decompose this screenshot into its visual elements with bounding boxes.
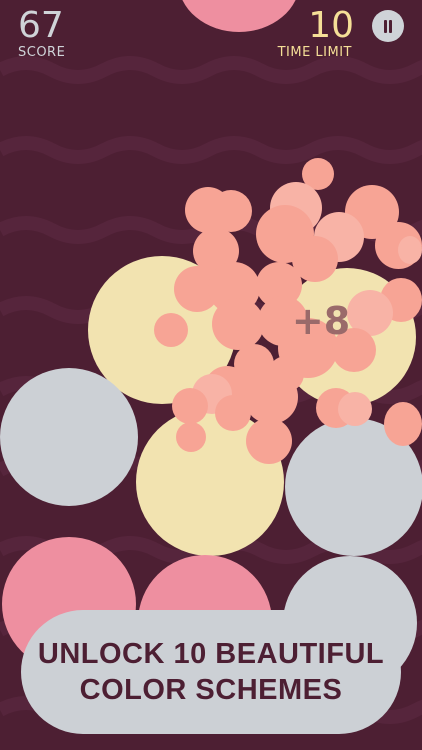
- salmon-bubble: [244, 370, 298, 424]
- pause-button[interactable]: [372, 10, 404, 42]
- time-limit-label: TIME LIMIT: [277, 45, 352, 60]
- salmon-bubble: [338, 392, 372, 426]
- promo-banner-line-2: COLOR SCHEMES: [79, 674, 343, 706]
- combo-points-text: +8: [291, 299, 351, 343]
- salmon-bubble: [176, 422, 206, 452]
- salmon-bubble: [384, 402, 422, 446]
- salmon-bubble: [210, 190, 252, 232]
- promo-banner: UNLOCK 10 BEAUTIFUL COLOR SCHEMES: [21, 610, 401, 734]
- promo-banner-line-1: UNLOCK 10 BEAUTIFUL: [37, 638, 385, 670]
- salmon-bubble: [215, 395, 251, 431]
- game-board[interactable]: +8 67 SCORE 10 TIME LIMIT UNLOCK 10 BEAU…: [0, 0, 422, 750]
- time-limit-value: 10: [308, 5, 354, 46]
- gray-circle-left[interactable]: [0, 368, 138, 506]
- salmon-bubble: [398, 236, 422, 264]
- score-label: SCORE: [18, 45, 66, 60]
- salmon-bubble: [246, 418, 292, 464]
- salmon-bubble: [212, 298, 264, 350]
- score-value: 67: [18, 5, 64, 46]
- salmon-bubble: [154, 313, 188, 347]
- salmon-bubble: [172, 388, 208, 424]
